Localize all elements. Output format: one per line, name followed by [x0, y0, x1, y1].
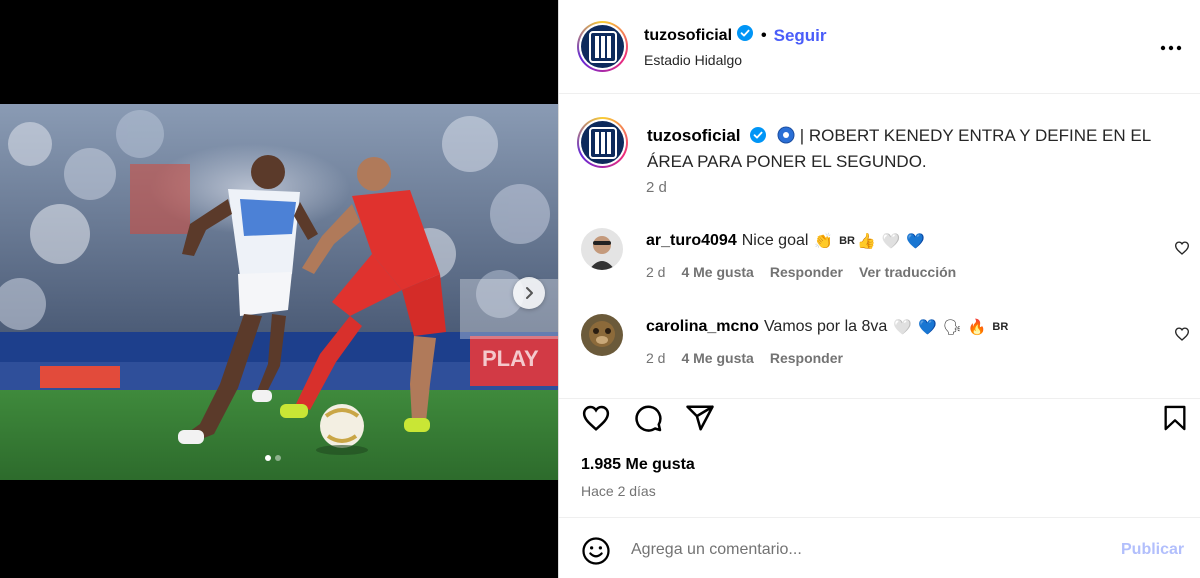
verified-badge-icon — [737, 25, 754, 46]
comment-timestamp[interactable]: 2 d — [646, 350, 665, 366]
more-options-icon[interactable] — [1159, 36, 1183, 65]
emoji-icon[interactable] — [581, 536, 611, 571]
post-header: tuzosoficial • Seguir Estadio Hidalgo — [559, 0, 1200, 94]
carousel-dot — [275, 455, 281, 461]
fire-emoji-icon: 🔥 — [967, 318, 987, 336]
comment-item: carolina_mcno Vamos por la 8va 🤍 💙 🗣 🔥 B… — [559, 314, 1200, 384]
comment-meta: 2 d 4 Me gusta Responder — [646, 350, 843, 366]
club-crest-icon — [581, 121, 624, 164]
translate-button[interactable]: Ver traducción — [859, 264, 956, 280]
comment-input[interactable] — [631, 536, 1091, 564]
comment-timestamp[interactable]: 2 d — [646, 264, 665, 280]
header-separator: • — [761, 26, 767, 44]
comment-avatar[interactable] — [581, 228, 623, 270]
header-username[interactable]: tuzosoficial — [644, 27, 732, 45]
verified-badge-icon — [750, 126, 767, 149]
comment-avatar[interactable] — [581, 314, 623, 356]
post-location[interactable]: Estadio Hidalgo — [644, 52, 742, 68]
blue-heart-emoji-icon: 💙 — [906, 232, 926, 250]
comment-username[interactable]: carolina_mcno — [646, 318, 759, 336]
caption-username[interactable]: tuzosoficial — [647, 126, 741, 145]
clap-emoji-icon: 👏 — [814, 232, 834, 250]
flag-br-icon: BR — [839, 235, 855, 247]
comment-text: Nice goal — [741, 232, 809, 249]
carousel-dot-active — [265, 455, 271, 461]
white-heart-emoji-icon: 🤍 — [893, 318, 912, 336]
bookmark-icon[interactable] — [1161, 403, 1189, 438]
comment-username[interactable]: ar_turo4094 — [646, 232, 737, 250]
thumbs-up-emoji-icon: 👍 — [857, 232, 876, 250]
post-modal: PLAY tuzosoficial • Seguir Estadio Hidal… — [0, 0, 1200, 578]
white-heart-emoji-icon: 🤍 — [881, 232, 901, 250]
reply-button[interactable]: Responder — [770, 264, 843, 280]
svg-text:PLAY: PLAY — [482, 346, 539, 371]
add-comment-bar: Publicar — [559, 517, 1200, 578]
comment-like-heart-icon[interactable] — [1174, 326, 1190, 347]
carousel-next-button[interactable] — [513, 277, 545, 309]
comment-likes-count[interactable]: 4 Me gusta — [681, 350, 753, 366]
comment-meta: 2 d 4 Me gusta Responder Ver traducción — [646, 264, 956, 280]
comment-icon[interactable] — [633, 403, 663, 438]
post-timestamp[interactable]: Hace 2 días — [581, 483, 656, 499]
header-username-row: tuzosoficial • Seguir — [644, 25, 827, 46]
post-actions: 1.985 Me gusta Hace 2 días — [559, 398, 1200, 518]
publish-button[interactable]: Publicar — [1121, 541, 1184, 559]
post-media: PLAY — [0, 0, 558, 578]
post-photo[interactable]: PLAY — [0, 104, 558, 480]
comment-text-row: carolina_mcno Vamos por la 8va 🤍 💙 🗣 🔥 B… — [646, 318, 1008, 336]
likes-count[interactable]: 1.985 Me gusta — [581, 456, 695, 474]
post-side-panel: tuzosoficial • Seguir Estadio Hidalgo tu… — [558, 0, 1200, 578]
caption-timestamp[interactable]: 2 d — [646, 179, 667, 196]
soccer-ball-icon — [777, 126, 795, 150]
reply-button[interactable]: Responder — [770, 350, 843, 366]
chevron-right-icon — [526, 287, 533, 299]
comment-text-row: ar_turo4094 Nice goal 👏 BR 👍 🤍 💙 — [646, 232, 925, 250]
club-crest-icon — [581, 25, 624, 68]
comment-likes-count[interactable]: 4 Me gusta — [681, 264, 753, 280]
comment-item: ar_turo4094 Nice goal 👏 BR 👍 🤍 💙 2 d 4 M… — [559, 228, 1200, 298]
flag-br-icon: BR — [992, 321, 1009, 333]
football-match-photo: PLAY — [0, 104, 558, 480]
post-caption: tuzosoficial | ROBERT KENEDY ENTRA Y DEF… — [647, 124, 1177, 173]
speaking-head-emoji-icon: 🗣 — [942, 318, 962, 336]
blue-heart-emoji-icon: 💙 — [917, 318, 937, 336]
profile-avatar[interactable] — [577, 21, 628, 72]
heart-icon[interactable] — [581, 403, 611, 438]
comment-like-heart-icon[interactable] — [1174, 240, 1190, 261]
comments-section: tuzosoficial | ROBERT KENEDY ENTRA Y DEF… — [559, 95, 1200, 397]
share-icon[interactable] — [685, 403, 715, 438]
follow-button[interactable]: Seguir — [774, 26, 827, 46]
comment-text: Vamos por la 8va — [763, 318, 888, 335]
caption-avatar[interactable] — [577, 117, 628, 168]
carousel-indicator — [265, 455, 281, 461]
